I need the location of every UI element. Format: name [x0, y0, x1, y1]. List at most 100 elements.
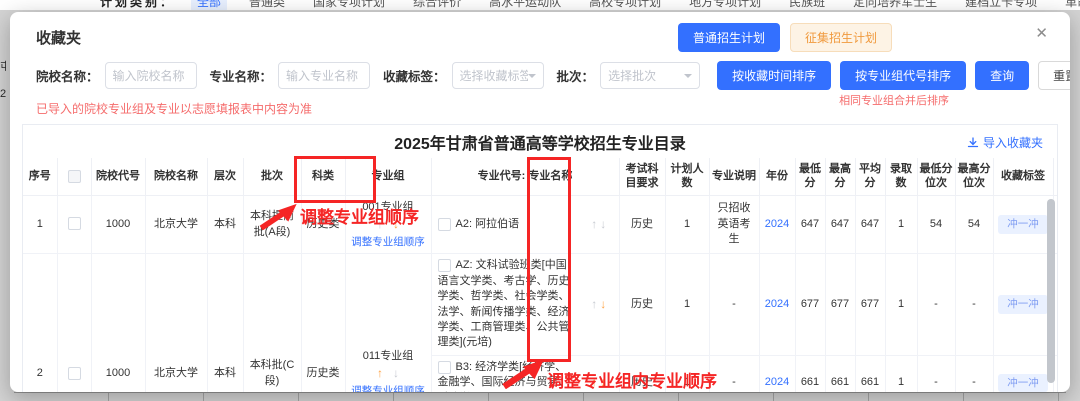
background-tab[interactable]: 建档立卡专项	[959, 0, 1043, 10]
filter-select-2: 收藏标签：选择收藏标签	[383, 62, 544, 89]
input-box[interactable]	[278, 62, 370, 89]
column-header: 年份	[759, 158, 795, 195]
up-arrow-icon[interactable]: ↑	[377, 365, 383, 382]
background-tab[interactable]: 国家专项计划	[307, 0, 391, 10]
seq-cell: 2	[23, 254, 57, 392]
filter-input-0: 院校名称：	[36, 62, 197, 89]
major-checkbox[interactable]	[438, 218, 451, 231]
header-checkbox[interactable]	[68, 170, 81, 183]
major-name-text: A2: 阿拉伯语	[456, 218, 520, 230]
supplementary-plan-button[interactable]: 征集招生计划	[790, 23, 892, 52]
cancel-favorite-link[interactable]: 取消收藏	[1057, 298, 1058, 310]
column-header: 专业组	[345, 158, 431, 195]
avg-score-cell: 677	[855, 254, 885, 355]
general-plan-button[interactable]: 普通招生计划	[678, 23, 780, 52]
category-cell: 历史类	[301, 254, 345, 392]
major-note-cell: -	[709, 355, 759, 392]
favorite-tag-badge: 冲一冲	[998, 215, 1048, 234]
up-arrow-icon[interactable]: ↑	[377, 216, 383, 233]
adjust-group-order-link[interactable]: 调整专业组顺序	[349, 384, 428, 392]
action-button[interactable]: 重置	[1038, 61, 1070, 90]
admit-count-cell: 1	[885, 254, 917, 355]
group-arrows: ↑↓	[349, 215, 428, 234]
min-rank-cell: -	[917, 254, 955, 355]
min-rank-cell: -	[917, 355, 955, 392]
modal-title: 收藏夹	[36, 27, 81, 48]
up-arrow-icon[interactable]: ↑	[591, 374, 597, 391]
up-arrow-icon[interactable]: ↑	[591, 296, 597, 313]
major-checkbox[interactable]	[438, 259, 451, 272]
table-title: 2025年甘肃省普通高等学校招生专业目录	[394, 130, 686, 154]
major-note-cell: -	[709, 254, 759, 355]
column-header: 院校代号	[91, 158, 145, 195]
background-tab[interactable]: 综合评价	[407, 0, 467, 10]
background-tab[interactable]: 定向培养军士生	[847, 0, 943, 10]
min-score-cell: 661	[795, 355, 825, 392]
major-group-cell: 001专业组↑↓调整专业组顺序	[345, 195, 431, 254]
background-tab[interactable]: 革命老区专项	[1059, 0, 1080, 10]
sort-or-query-button[interactable]: 按专业组代号排序	[840, 61, 966, 90]
down-arrow-icon[interactable]: ↓	[600, 374, 606, 391]
up-arrow-icon[interactable]: ↑	[591, 216, 597, 233]
row-checkbox[interactable]	[68, 217, 81, 230]
year-cell: 2024	[759, 355, 795, 392]
max-score-cell: 661	[825, 355, 855, 392]
year-link[interactable]: 2024	[765, 298, 789, 310]
level-cell: 本科	[207, 195, 243, 254]
select-box[interactable]: 选择批次	[600, 62, 700, 89]
column-header: 平均分	[855, 158, 885, 195]
year-link[interactable]: 2024	[765, 218, 789, 230]
column-header: 考试科目要求	[619, 158, 665, 195]
table-row: 11000北京大学本科本科提前批(A段)历史类001专业组↑↓调整专业组顺序A2…	[23, 195, 1058, 254]
background-tab[interactable]: 高校专项计划	[583, 0, 667, 10]
year-link[interactable]: 2024	[765, 376, 789, 388]
cancel-favorite-link[interactable]: 取消收藏	[1057, 376, 1058, 388]
year-cell: 2024	[759, 195, 795, 254]
catalog-table-container: 2025年甘肃省普通高等学校招生专业目录 导入收藏夹 序号院校代号院校名称层次批…	[22, 124, 1058, 392]
catalog-table: 序号院校代号院校名称层次批次科类专业组专业代号: 专业名称考试科目要求计划人数专…	[23, 158, 1058, 392]
exam-subject-cell: 历史	[619, 254, 665, 355]
background-tab[interactable]: 高水平运动队	[483, 0, 567, 10]
major-checkbox[interactable]	[438, 361, 451, 374]
major-name-text: AZ: 文科试验班类[中国语言文学类、考古学、历史学类、哲学类、社会学类、法学、…	[438, 259, 570, 348]
major-note-cell: 只招收英语考生	[709, 195, 759, 254]
import-favorites-link[interactable]: 导入收藏夹	[967, 134, 1043, 151]
vertical-scrollbar[interactable]	[1047, 199, 1055, 383]
max-score-cell: 647	[825, 195, 855, 254]
text-input[interactable]	[286, 69, 362, 83]
major-name-cell: AZ: 文科试验班类[中国语言文学类、考古学、历史学类、哲学类、社会学类、法学、…	[431, 254, 579, 355]
plan-type-buttons: 普通招生计划 征集招生计划	[678, 23, 892, 52]
row-checkbox[interactable]	[68, 367, 81, 380]
select-box[interactable]: 选择收藏标签	[452, 62, 544, 89]
close-icon[interactable]: ✕	[1035, 24, 1048, 42]
input-box[interactable]	[105, 62, 197, 89]
column-header: 最高分位次	[955, 158, 993, 195]
min-score-cell: 647	[795, 195, 825, 254]
row-checkbox-cell	[57, 195, 91, 254]
cancel-favorite-link[interactable]: 取消收藏	[1057, 218, 1058, 230]
down-arrow-icon[interactable]: ↓	[393, 365, 399, 382]
background-tab[interactable]: 民族班	[783, 0, 831, 10]
background-tab[interactable]: 全部	[191, 0, 227, 10]
down-arrow-icon[interactable]: ↓	[393, 216, 399, 233]
filter-row: 院校名称： 专业名称： 收藏标签：选择收藏标签批次：选择批次按收藏时间排序按专业组代…	[10, 54, 1070, 90]
column-header: 层次	[207, 158, 243, 195]
filter-input-1: 专业名称：	[210, 62, 371, 89]
background-tab[interactable]: 地方专项计划	[683, 0, 767, 10]
level-cell: 本科	[207, 254, 243, 392]
max-rank-cell: -	[955, 254, 993, 355]
adjust-group-order-link[interactable]: 调整专业组顺序	[349, 235, 428, 250]
text-input[interactable]	[113, 69, 189, 83]
down-arrow-icon[interactable]: ↓	[600, 216, 606, 233]
category-cell: 历史类	[301, 195, 345, 254]
chevron-down-icon	[528, 74, 536, 82]
sort-or-query-button[interactable]: 查询	[975, 61, 1029, 90]
filter-label: 专业名称：	[210, 66, 273, 85]
column-header: 计划人数	[665, 158, 709, 195]
background-tab[interactable]: 普通类	[243, 0, 291, 10]
down-arrow-icon[interactable]: ↓	[600, 296, 606, 313]
filter-select-3: 批次：选择批次	[557, 62, 701, 89]
sort-or-query-button[interactable]: 按收藏时间排序	[717, 61, 831, 90]
major-order-arrows-cell: ↑ ↓	[579, 254, 619, 355]
select-placeholder: 选择收藏标签	[460, 67, 528, 84]
